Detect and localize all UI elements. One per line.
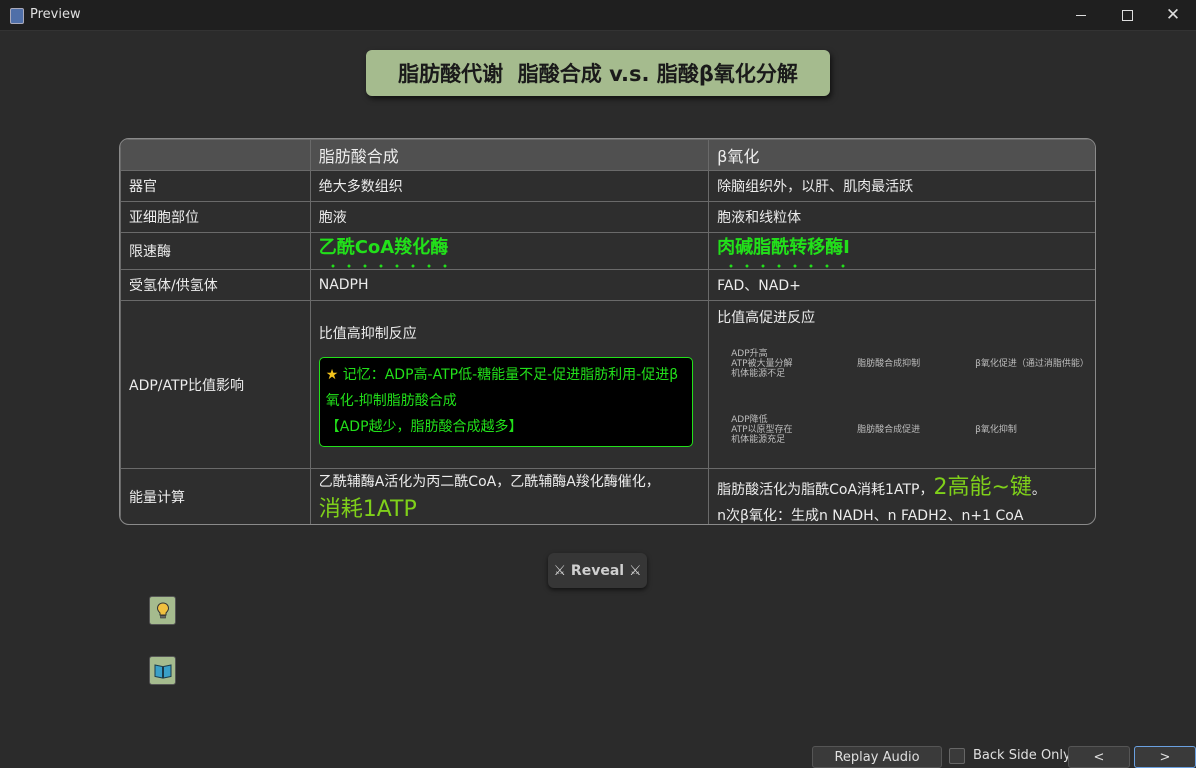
mini-text: ATP以原型存在 [731,425,793,435]
synth-energy-big: 消耗1ATP [318,497,417,522]
cell-synth-organ: 绝大多数组织 [309,170,710,202]
row-label-adp: ADP/ATP比值影响 [120,300,311,469]
table-row: 器官 绝大多数组织 除脑组织外，以肝、肌肉最活跃 [120,170,1095,202]
card-title: 脂肪酸代谢 脂酸合成 v.s. 脂酸β氧化分解 [366,50,830,96]
reveal-button[interactable]: ⚔ Reveal ⚔ [548,553,647,588]
table-row: 限速酶 乙酰CoA羧化酶 肉碱脂酰转移酶Ⅰ [120,232,1095,270]
mini-text: 机体能源充足 [731,435,786,445]
memory-text-1: 记忆：ADP高-ATP低-糖能量不足-促进脂肪利用-促进β氧化-抑制脂肪酸合成 [325,366,679,409]
star-icon: ★ [325,366,339,383]
memory-line-1: ★ 记忆：ADP高-ATP低-糖能量不足-促进脂肪利用-促进β氧化-抑制脂肪酸合… [326,362,686,414]
row-label-organ: 器官 [120,170,311,202]
mini-r2c1: ADP降低 ATP以原型存在 机体能源充足 [731,415,792,445]
table-row: 能量计算 乙酰辅酶A活化为丙二酰CoA，乙酰辅酶A羧化酶催化， 消耗1ATP 脂… [120,468,1095,524]
beta-energy-line1: 脂肪酸活化为脂酰CoA消耗1ATP，2高能~键。 [717,469,1087,501]
back-side-only-checkbox[interactable] [949,748,965,764]
cell-beta-enzyme: 肉碱脂酰转移酶Ⅰ [708,232,1095,270]
maximize-icon [1121,9,1133,21]
previous-button[interactable]: < [1068,746,1130,768]
window-titlebar: Preview ✕ [0,0,1196,31]
mini-r2c2: 脂肪酸合成促进 [857,425,921,435]
mini-text: 机体能源不足 [731,369,786,379]
beta-adp-text: 比值高促进反应 [717,310,816,326]
mini-r1c1: ADP升高 ATP被大量分解 机体能源不足 [731,349,792,379]
back-side-only-label: Back Side Only [973,748,1071,763]
window-title: Preview [30,7,81,22]
cell-synth-adp: 比值高抑制反应 ★ 记忆：ADP高-ATP低-糖能量不足-促进脂肪利用-促进β氧… [309,300,710,469]
cell-synth-acceptor: NADPH [309,269,710,301]
minimize-button[interactable] [1058,0,1104,30]
mini-r2c3: β氧化抑制 [975,425,1017,435]
memory-text-2: 【ADP越少，脂肪酸合成越多】 [325,418,523,435]
maximize-button[interactable] [1104,0,1150,30]
mini-r1c2: 脂肪酸合成抑制 [857,359,921,369]
app-icon [10,8,24,24]
beta-energy-big: 2高能~键 [933,475,1032,500]
synth-enzyme-highlight: 乙酰CoA羧化酶 [319,233,449,269]
hint-button[interactable] [149,596,176,625]
mini-text: ADP升高 [731,349,768,359]
header-beta-oxidation: β氧化 [708,139,1095,171]
mini-text: ATP被大量分解 [731,359,793,369]
book-button[interactable] [149,656,176,685]
emphasis-dots [324,264,449,268]
row-label-acceptor: 受氢体/供氢体 [120,269,311,301]
adp-mini-table: ADP升高 ATP被大量分解 机体能源不足 脂肪酸合成抑制 β氧化促进（通过消脂… [717,343,1089,453]
cell-synth-subcell: 胞液 [309,201,710,233]
cell-synth-enzyme: 乙酰CoA羧化酶 [309,232,710,270]
comparison-table: 脂肪酸合成 β氧化 器官 绝大多数组织 除脑组织外，以肝、肌肉最活跃 亚细胞部位… [119,138,1096,525]
table-row: 受氢体/供氢体 NADPH FAD、NAD+ [120,269,1095,301]
header-synthesis: 脂肪酸合成 [309,139,710,171]
cell-beta-organ: 除脑组织外，以肝、肌肉最活跃 [708,170,1095,202]
synth-energy-text: 乙酰辅酶A活化为丙二酰CoA，乙酰辅酶A羧化酶催化， [318,474,660,490]
synth-adp-text: 比值高抑制反应 [318,325,417,342]
emphasis-dots [723,264,850,268]
mini-text: ADP降低 [731,415,768,425]
cell-beta-acceptor: FAD、NAD+ [708,269,1095,301]
table-row: 亚细胞部位 胞液 胞液和线粒体 [120,201,1095,233]
close-icon: ✕ [1165,4,1181,25]
cell-beta-subcell: 胞液和线粒体 [708,201,1095,233]
table-header-row: 脂肪酸合成 β氧化 [120,139,1095,171]
beta-energy-text: 脂肪酸活化为脂酰CoA消耗1ATP， [717,482,934,498]
book-icon [154,663,171,679]
memory-tip-box: ★ 记忆：ADP高-ATP低-糖能量不足-促进脂肪利用-促进β氧化-抑制脂肪酸合… [318,356,693,447]
beta-enzyme-highlight: 肉碱脂酰转移酶Ⅰ [717,233,850,269]
beta-energy-end: 。 [1031,482,1046,498]
minimize-icon [1076,14,1086,16]
beta-enzyme-text: 肉碱脂酰转移酶Ⅰ [717,237,850,258]
replay-audio-button[interactable]: Replay Audio [812,746,942,768]
cell-beta-energy: 脂肪酸活化为脂酰CoA消耗1ATP，2高能~键。 n次β氧化：生成n NADH、… [708,468,1095,524]
cell-beta-adp: 比值高促进反应 ADP升高 ATP被大量分解 机体能源不足 脂肪酸合成抑制 β氧… [708,300,1095,469]
row-label-energy: 能量计算 [120,468,311,524]
row-label-enzyme: 限速酶 [120,232,311,270]
row-label-subcell: 亚细胞部位 [120,201,311,233]
cell-synth-energy: 乙酰辅酶A活化为丙二酰CoA，乙酰辅酶A羧化酶催化， 消耗1ATP [309,468,710,524]
next-button[interactable]: > [1134,746,1196,768]
header-empty [120,139,311,171]
beta-energy-line2: n次β氧化：生成n NADH、n FADH2、n+1 CoA [717,508,1024,524]
close-button[interactable]: ✕ [1150,0,1196,30]
lightbulb-icon [156,601,169,618]
synth-enzyme-text: 乙酰CoA羧化酶 [318,237,449,258]
table-row: ADP/ATP比值影响 比值高抑制反应 ★ 记忆：ADP高-ATP低-糖能量不足… [120,300,1095,469]
mini-r1c3: β氧化促进（通过消脂供能） [975,359,1089,369]
